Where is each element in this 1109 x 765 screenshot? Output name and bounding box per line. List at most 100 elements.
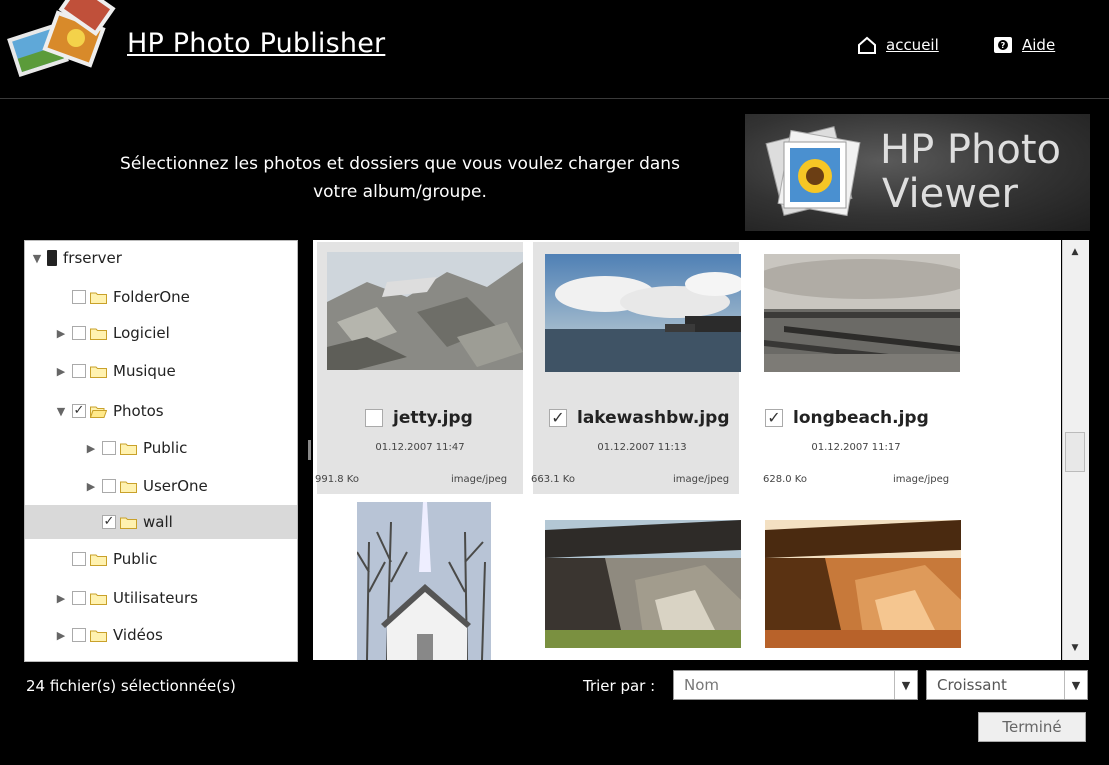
photo-size: 991.8 Ko (315, 474, 359, 485)
photo-grid: jetty.jpg 01.12.2007 11:47 991.8 Ko imag… (313, 240, 1061, 660)
tree-item-label: Utilisateurs (113, 589, 198, 607)
tree-item-label: Public (113, 550, 158, 568)
sort-by-label: Trier par : (583, 677, 656, 695)
tree-checkbox[interactable] (102, 441, 116, 455)
tree-checkbox[interactable] (72, 591, 86, 605)
tree-item-folderone[interactable]: FolderOne (25, 280, 297, 314)
tree-item-photos[interactable]: ▼ ✓ Photos (25, 394, 297, 428)
photo-card-longbeach[interactable]: ✓ longbeach.jpg 01.12.2007 11:17 628.0 K… (753, 242, 960, 494)
expand-arrow-icon[interactable]: ▶ (55, 327, 67, 340)
tree-item-label: Musique (113, 362, 176, 380)
scroll-down-icon[interactable]: ▼ (1065, 640, 1085, 656)
photo-thumbnail-jetty[interactable] (327, 252, 523, 370)
tree-item-label: Public (143, 439, 188, 457)
tree-item-label: UserOne (143, 477, 208, 495)
sort-order-select[interactable]: Croissant ▼ (926, 670, 1088, 700)
server-icon (47, 250, 57, 266)
folder-icon (120, 481, 137, 493)
photo-type: image/jpeg (893, 474, 950, 485)
instruction-text: Sélectionnez les photos et dossiers que … (40, 150, 760, 206)
folder-icon (90, 366, 107, 378)
photo-thumbnail-longbeach[interactable] (764, 254, 960, 372)
photo-thumbnail-church[interactable] (357, 502, 491, 660)
expand-arrow-icon[interactable]: ▶ (85, 442, 97, 455)
folder-icon (120, 517, 137, 529)
folder-icon (90, 328, 107, 340)
photo-viewer-title: HP Photo Viewer (880, 128, 1061, 216)
photo-thumbnail-lakewashbw[interactable] (545, 254, 741, 372)
photo-checkbox-checked[interactable]: ✓ (765, 409, 783, 427)
app-logo-photos-icon (7, 0, 116, 78)
tree-item-userone[interactable]: ▶ UserOne (25, 469, 297, 503)
tree-checkbox-checked[interactable]: ✓ (102, 515, 116, 529)
tree-checkbox[interactable] (102, 479, 116, 493)
scrollbar-thumb[interactable] (1065, 432, 1085, 472)
selection-status: 24 fichier(s) sélectionnée(s) (26, 677, 236, 695)
tree-checkbox[interactable] (72, 326, 86, 340)
sort-field-value: Nom (684, 676, 720, 694)
photo-date: 01.12.2007 11:17 (811, 442, 901, 453)
photo-thumbnail-bridge-sepia[interactable] (765, 520, 961, 648)
sort-order-value: Croissant (937, 676, 1007, 694)
tree-item-wall[interactable]: ✓ wall (25, 505, 297, 539)
photo-name: jetty.jpg (365, 408, 473, 428)
tree-item-videos[interactable]: ▶ Vidéos (25, 618, 297, 652)
expand-arrow-icon[interactable]: ▶ (55, 365, 67, 378)
expand-arrow-icon[interactable]: ▼ (31, 252, 43, 265)
photo-size: 628.0 Ko (763, 474, 807, 485)
photo-card-jetty[interactable]: jetty.jpg 01.12.2007 11:47 991.8 Ko imag… (315, 242, 523, 494)
photo-date: 01.12.2007 11:47 (375, 442, 465, 453)
help-link[interactable]: ? Aide (993, 36, 1055, 54)
tree-item-label: Photos (113, 402, 164, 420)
chevron-down-icon[interactable]: ▼ (1064, 671, 1087, 699)
folder-icon (90, 554, 107, 566)
photo-viewer-title-line-1: HP Photo (880, 127, 1062, 173)
help-icon: ? (994, 37, 1012, 53)
tree-item-label: wall (143, 513, 173, 531)
photo-date: 01.12.2007 11:13 (597, 442, 687, 453)
folder-icon (120, 443, 137, 455)
expand-arrow-icon[interactable]: ▶ (55, 629, 67, 642)
expand-arrow-icon[interactable]: ▶ (55, 592, 67, 605)
tree-item-label: FolderOne (113, 288, 190, 306)
tree-item-utilisateurs[interactable]: ▶ Utilisateurs (25, 581, 297, 615)
tree-item-public[interactable]: ▶ Public (25, 431, 297, 465)
photo-filename: lakewashbw.jpg (577, 408, 730, 428)
photo-checkbox-checked[interactable]: ✓ (549, 409, 567, 427)
photo-checkbox[interactable] (365, 409, 383, 427)
home-link[interactable]: accueil (857, 36, 939, 54)
collapse-arrow-icon[interactable]: ▼ (55, 405, 67, 418)
photo-name: ✓ lakewashbw.jpg (549, 408, 730, 428)
tree-checkbox[interactable] (72, 628, 86, 642)
tree-item-logiciel[interactable]: ▶ Logiciel (25, 316, 297, 350)
svg-text:?: ? (1001, 41, 1006, 50)
photo-filename: longbeach.jpg (793, 408, 929, 428)
folder-icon (90, 630, 107, 642)
tree-checkbox[interactable] (72, 552, 86, 566)
sort-field-select[interactable]: Nom ▼ (673, 670, 918, 700)
photo-thumbnail-bridge[interactable] (545, 520, 741, 648)
tree-checkbox[interactable] (72, 290, 86, 304)
help-link-label: Aide (1022, 36, 1056, 54)
photo-card-lakewashbw[interactable]: ✓ lakewashbw.jpg 01.12.2007 11:13 663.1 … (531, 242, 741, 494)
home-icon (858, 36, 876, 54)
folder-tree: ▼ frserver FolderOne ▶ Logiciel ▶ Musiqu… (24, 240, 298, 662)
tree-item-frserver[interactable]: ▼ frserver (25, 241, 297, 275)
tree-item-label: Vidéos (113, 626, 163, 644)
folder-icon (90, 292, 107, 304)
pane-splitter-handle[interactable] (308, 440, 311, 460)
photo-type: image/jpeg (673, 474, 730, 485)
app-title[interactable]: HP Photo Publisher (127, 28, 385, 59)
tree-item-musique[interactable]: ▶ Musique (25, 354, 297, 388)
chevron-down-icon[interactable]: ▼ (894, 671, 917, 699)
tree-checkbox[interactable] (72, 364, 86, 378)
folder-open-icon (90, 406, 107, 418)
photo-name: ✓ longbeach.jpg (765, 408, 929, 428)
tree-checkbox-checked[interactable]: ✓ (72, 404, 86, 418)
tree-item-public-root[interactable]: Public (25, 542, 297, 576)
tree-item-label: frserver (63, 249, 122, 267)
folder-icon (90, 593, 107, 605)
scroll-up-icon[interactable]: ▲ (1065, 244, 1085, 260)
done-button[interactable]: Terminé (978, 712, 1086, 742)
expand-arrow-icon[interactable]: ▶ (85, 480, 97, 493)
